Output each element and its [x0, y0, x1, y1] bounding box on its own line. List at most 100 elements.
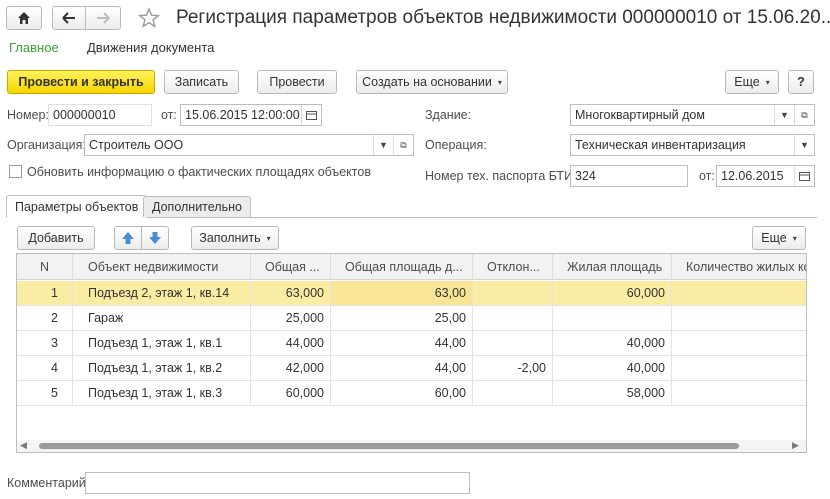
- help-button[interactable]: ?: [788, 70, 814, 94]
- cell-n: 1: [17, 281, 73, 305]
- move-down-button[interactable]: [141, 226, 169, 250]
- favorite-star-icon[interactable]: [137, 7, 161, 32]
- cell-object: Подъезд 2, этаж 1, кв.14: [73, 281, 251, 305]
- fill-label: Заполнить: [199, 231, 261, 245]
- org-label: Организация:: [7, 138, 86, 152]
- cell-n: 2: [17, 306, 73, 330]
- operation-field[interactable]: Техническая инвентаризация ▼: [570, 134, 815, 156]
- building-value: Многоквартирный дом: [575, 108, 705, 122]
- cell-n: 4: [17, 356, 73, 380]
- cell-living: [553, 306, 672, 330]
- cell-n: 3: [17, 331, 73, 355]
- cell-living: 60,000: [553, 281, 672, 305]
- objects-table[interactable]: N Объект недвижимости Общая ... Общая пл…: [16, 253, 807, 453]
- scroll-right-icon[interactable]: ▶: [792, 440, 799, 451]
- create-based-button[interactable]: Создать на основании ▾: [356, 70, 508, 94]
- cell-rooms: [672, 381, 806, 405]
- tab-extra[interactable]: Дополнительно: [143, 196, 251, 217]
- cell-object: Подъезд 1, этаж 1, кв.3: [73, 381, 251, 405]
- table-header: N Объект недвижимости Общая ... Общая пл…: [17, 254, 806, 280]
- back-button[interactable]: [52, 6, 86, 30]
- calendar-icon[interactable]: [301, 105, 321, 125]
- cell-deviation: -2,00: [473, 356, 553, 380]
- dropdown-icon[interactable]: ▼: [794, 135, 814, 155]
- table-row[interactable]: 5 Подъезд 1, этаж 1, кв.3 60,000 60,00 5…: [17, 381, 806, 406]
- cell-deviation: [473, 281, 553, 305]
- building-field[interactable]: Многоквартирный дом ▼ ⧉: [570, 104, 815, 126]
- move-up-button[interactable]: [114, 226, 142, 250]
- col-object[interactable]: Объект недвижимости: [73, 254, 251, 280]
- cell-total-doc: 44,00: [331, 356, 473, 380]
- more-icon[interactable]: ⋮: [806, 7, 821, 25]
- arrow-right-icon: [97, 12, 110, 24]
- operation-label: Операция:: [425, 138, 487, 152]
- horizontal-scrollbar[interactable]: ◀ ▶: [17, 440, 806, 452]
- table-row[interactable]: 2 Гараж 25,000 25,00: [17, 306, 806, 331]
- comment-field[interactable]: [85, 472, 470, 494]
- cell-total: 25,000: [251, 306, 331, 330]
- more-button[interactable]: Еще ▾: [725, 70, 779, 94]
- cell-deviation: [473, 381, 553, 405]
- operation-value: Техническая инвентаризация: [575, 138, 746, 152]
- col-deviation[interactable]: Отклон...: [473, 254, 553, 280]
- cell-object: Гараж: [73, 306, 251, 330]
- number-value: 000000010: [53, 108, 116, 122]
- chevron-down-icon: ▾: [266, 233, 271, 243]
- nav-tab-movements[interactable]: Движения документа: [87, 40, 214, 55]
- table-row[interactable]: 1 Подъезд 2, этаж 1, кв.14 63,000 63,00 …: [17, 281, 806, 306]
- add-row-button[interactable]: Добавить: [17, 226, 95, 250]
- col-living[interactable]: Жилая площадь: [553, 254, 672, 280]
- cell-total-doc: 25,00: [331, 306, 473, 330]
- calendar-icon[interactable]: [794, 166, 814, 186]
- update-checkbox[interactable]: [9, 165, 22, 178]
- scrollbar-thumb[interactable]: [39, 443, 739, 449]
- date-label: от:: [161, 108, 177, 122]
- col-n[interactable]: N: [17, 254, 73, 280]
- col-total[interactable]: Общая ...: [251, 254, 331, 280]
- comment-label: Комментарий:: [7, 476, 90, 490]
- cell-rooms: [672, 331, 806, 355]
- bti-date-field[interactable]: 12.06.2015: [716, 165, 815, 187]
- table-row[interactable]: 3 Подъезд 1, этаж 1, кв.1 44,000 44,00 4…: [17, 331, 806, 356]
- bti-date-value: 12.06.2015: [721, 169, 784, 183]
- bti-field[interactable]: 324: [570, 165, 688, 187]
- bti-value: 324: [575, 169, 596, 183]
- tab-objects[interactable]: Параметры объектов: [6, 195, 148, 218]
- cell-living: 58,000: [553, 381, 672, 405]
- col-rooms[interactable]: Количество жилых ком: [672, 254, 806, 280]
- chevron-down-icon: ▾: [765, 77, 770, 87]
- bti-label: Номер тех. паспорта БТИ:: [425, 169, 577, 183]
- cell-total: 42,000: [251, 356, 331, 380]
- home-button[interactable]: [6, 6, 42, 30]
- col-total-doc[interactable]: Общая площадь д...: [331, 254, 473, 280]
- home-icon: [18, 12, 30, 24]
- dropdown-icon[interactable]: ▼: [373, 135, 393, 155]
- post-and-close-button[interactable]: Провести и закрыть: [7, 70, 155, 94]
- date-field[interactable]: 15.06.2015 12:00:00: [180, 104, 322, 126]
- fill-button[interactable]: Заполнить ▾: [191, 226, 279, 250]
- cell-n: 5: [17, 381, 73, 405]
- forward-button[interactable]: [85, 6, 121, 30]
- arrow-down-icon: [149, 232, 161, 244]
- table-more-button[interactable]: Еще ▾: [752, 226, 806, 250]
- open-icon[interactable]: ⧉: [393, 135, 413, 155]
- cell-rooms: [672, 281, 806, 305]
- cell-total: 60,000: [251, 381, 331, 405]
- more-label: Еще: [734, 75, 760, 89]
- org-field[interactable]: Строитель ООО ▼ ⧉: [84, 134, 414, 156]
- cell-total-doc: 63,00: [331, 281, 473, 305]
- scroll-left-icon[interactable]: ◀: [20, 440, 27, 451]
- write-button[interactable]: Записать: [164, 70, 239, 94]
- bti-date-label: от:: [699, 169, 715, 183]
- nav-tab-main[interactable]: Главное: [9, 40, 59, 55]
- dropdown-icon[interactable]: ▼: [774, 105, 794, 125]
- table-more-label: Еще: [761, 231, 787, 245]
- number-field[interactable]: 000000010: [48, 104, 152, 126]
- post-button[interactable]: Провести: [257, 70, 337, 94]
- cell-living: 40,000: [553, 356, 672, 380]
- cell-total: 44,000: [251, 331, 331, 355]
- update-checkbox-label[interactable]: Обновить информацию о фактических площад…: [27, 165, 371, 179]
- cell-total-doc: 44,00: [331, 331, 473, 355]
- open-icon[interactable]: ⧉: [794, 105, 814, 125]
- table-row[interactable]: 4 Подъезд 1, этаж 1, кв.2 42,000 44,00 -…: [17, 356, 806, 381]
